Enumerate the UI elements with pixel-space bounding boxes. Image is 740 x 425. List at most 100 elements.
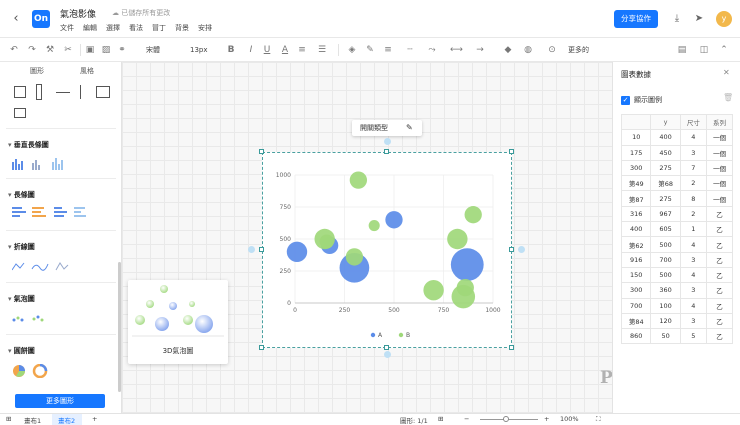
panel-format-icon[interactable]: ▤ — [676, 43, 688, 57]
table-cell[interactable]: 300 — [620, 282, 652, 299]
table-cell[interactable]: 450 — [650, 144, 681, 161]
table-cell[interactable]: 10 — [620, 129, 652, 146]
table-cell[interactable]: 4 — [679, 236, 707, 253]
connection-point[interactable] — [518, 246, 525, 253]
table-cell[interactable]: 2 — [679, 205, 707, 223]
table-cell[interactable]: 乙 — [705, 266, 734, 284]
tab-shapes[interactable]: 圖形 — [30, 66, 44, 76]
table-cell[interactable]: 500 — [650, 266, 681, 284]
fullscreen-icon[interactable]: ⛶ — [596, 415, 601, 424]
table-cell[interactable]: 乙 — [705, 221, 734, 238]
menu-file[interactable]: 文件 — [60, 23, 74, 33]
zoom-out-icon[interactable]: − — [464, 415, 469, 423]
table-cell[interactable]: 967 — [650, 205, 681, 223]
table-cell[interactable]: 3 — [679, 312, 707, 330]
layer-icon[interactable]: ◆ — [502, 43, 514, 57]
table-row[interactable]: 10 400 4 一個 — [620, 129, 734, 146]
app-logo[interactable]: On — [32, 10, 50, 28]
page-tab-1[interactable]: 畫布1 — [24, 415, 41, 425]
resize-handle-se[interactable] — [509, 345, 514, 350]
resize-handle-nw[interactable] — [259, 149, 264, 154]
send-icon[interactable]: ➤ — [692, 12, 706, 26]
undo-icon[interactable]: ↶ — [8, 43, 20, 57]
tab-styles[interactable]: 風格 — [80, 66, 94, 76]
table-cell[interactable]: 300 — [620, 159, 652, 177]
table-cell[interactable]: 7 — [679, 159, 707, 177]
resize-handle-e[interactable] — [509, 247, 514, 252]
table-cell[interactable]: 乙 — [705, 251, 734, 268]
table-row[interactable]: 860 50 5 乙 — [620, 328, 734, 345]
bar-thumbnails[interactable] — [12, 206, 92, 220]
resize-handle-sw[interactable] — [259, 345, 264, 350]
connection-point[interactable] — [248, 246, 255, 253]
table-cell[interactable]: 120 — [650, 312, 681, 330]
table-cell[interactable]: 316 — [620, 205, 652, 223]
table-cell[interactable]: 3 — [679, 282, 707, 299]
lock-icon[interactable]: ⊙ — [546, 43, 558, 57]
table-cell[interactable]: 4 — [679, 129, 707, 146]
zoom-level[interactable]: 100% — [560, 415, 579, 423]
line-spacing-icon[interactable]: ☰ — [316, 43, 328, 57]
section-line[interactable]: 折線圖 — [8, 242, 35, 252]
zoom-slider-knob[interactable] — [503, 416, 509, 422]
redo-icon[interactable]: ↷ — [26, 43, 38, 57]
switch-type-button[interactable]: 開關類型 — [360, 123, 388, 133]
table-cell[interactable]: 一個 — [705, 190, 734, 207]
table-row[interactable]: 316 967 2 乙 — [620, 205, 734, 223]
table-cell[interactable]: 400 — [650, 129, 681, 146]
link-icon[interactable]: ⚭ — [116, 43, 128, 57]
table-cell[interactable]: 乙 — [705, 236, 734, 253]
resize-handle-w[interactable] — [259, 247, 264, 252]
format-painter-icon[interactable]: ⚒ — [44, 43, 56, 57]
zoom-slider[interactable] — [480, 419, 538, 420]
section-bubble[interactable]: 氣泡圖 — [8, 294, 35, 304]
table-row[interactable]: 300 360 3 乙 — [620, 282, 734, 299]
image-icon[interactable]: ▨ — [100, 43, 112, 57]
table-cell[interactable]: 3 — [679, 144, 707, 161]
menu-insert[interactable]: 冒丁 — [152, 23, 166, 33]
table-cell[interactable]: 一個 — [705, 129, 734, 146]
table-cell[interactable]: 第84 — [620, 312, 652, 330]
vline-shape-icon[interactable] — [80, 85, 81, 99]
table-cell[interactable]: 乙 — [705, 328, 734, 345]
menu-background[interactable]: 背景 — [175, 23, 189, 33]
line-color-icon[interactable]: ✎ — [364, 43, 376, 57]
opacity-icon[interactable]: ◍ — [522, 43, 534, 57]
table-row[interactable]: 第49 第68 2 一個 — [620, 175, 734, 192]
font-size-select[interactable]: 13px — [190, 43, 214, 57]
table-row[interactable]: 第87 275 8 一個 — [620, 190, 734, 207]
table-cell[interactable]: 50 — [650, 328, 681, 345]
clear-format-icon[interactable]: ✂ — [62, 43, 74, 57]
table-cell[interactable]: 第62 — [620, 236, 652, 253]
edit-pencil-icon[interactable]: ✎ — [406, 123, 413, 132]
arrow-style-icon[interactable]: ⟷ — [450, 43, 463, 57]
back-arrow-icon[interactable]: ‹ — [8, 11, 24, 27]
trash-icon[interactable]: 🗑 — [723, 93, 733, 102]
document-title[interactable]: 氣泡影像 — [60, 7, 96, 20]
section-pie[interactable]: 圓餅圖 — [8, 346, 35, 356]
table-cell[interactable]: 一個 — [705, 175, 734, 192]
bubble-chart-thumbnails[interactable] — [12, 314, 52, 324]
table-cell[interactable]: 一個 — [705, 144, 734, 161]
table-row[interactable]: 700 100 4 乙 — [620, 297, 734, 314]
table-cell[interactable]: 700 — [650, 251, 681, 268]
table-cell[interactable]: 4 — [679, 297, 707, 314]
line-chart-thumbnails[interactable] — [12, 260, 72, 272]
zoom-in-icon[interactable]: + — [544, 415, 549, 423]
line-weight-icon[interactable]: ≡ — [382, 43, 394, 57]
table-cell[interactable]: 175 — [620, 144, 652, 161]
table-cell[interactable]: 第49 — [620, 175, 652, 192]
share-button[interactable]: 分享協作 — [614, 10, 658, 28]
table-cell[interactable]: 第87 — [620, 190, 652, 207]
table-cell[interactable]: 8 — [679, 190, 707, 207]
page-tab-2[interactable]: 畫布2 — [58, 415, 75, 425]
table-shape-icon[interactable] — [14, 86, 26, 98]
table-cell[interactable]: 500 — [650, 236, 681, 253]
bold-icon[interactable]: B — [226, 43, 236, 57]
resize-handle-s[interactable] — [384, 345, 389, 350]
text-align-icon[interactable]: ≡ — [296, 43, 308, 57]
collapse-chevron-icon[interactable]: ⌃ — [718, 43, 730, 57]
table-row[interactable]: 400 605 1 乙 — [620, 221, 734, 238]
resize-handle-n[interactable] — [384, 149, 389, 154]
table-cell[interactable]: 275 — [650, 190, 681, 207]
